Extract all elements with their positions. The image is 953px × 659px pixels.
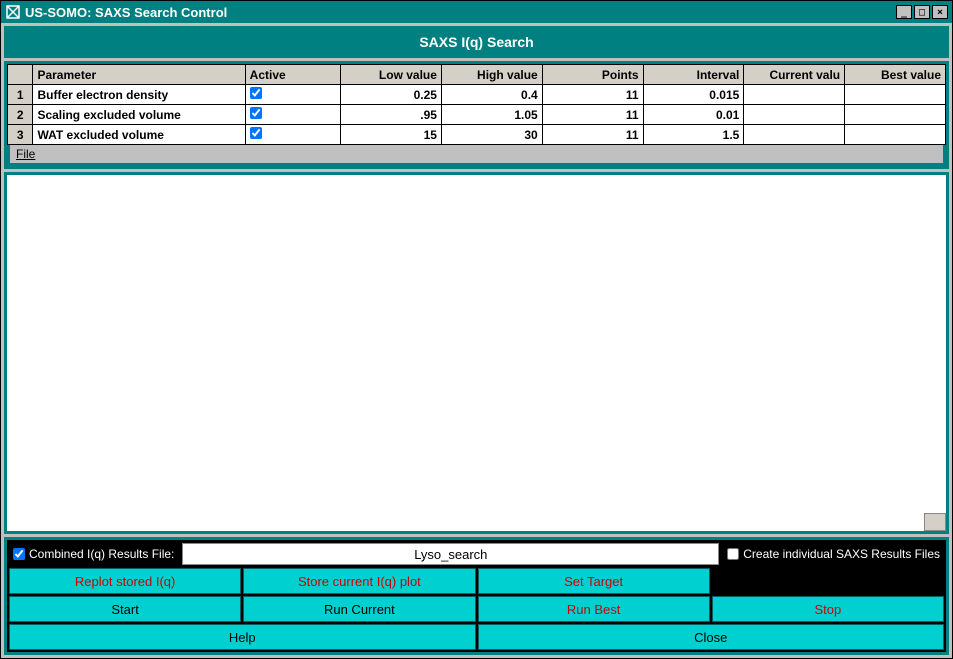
active-checkbox[interactable] xyxy=(250,87,262,99)
parameter-table: Parameter Active Low value High value Po… xyxy=(7,64,946,145)
cell-active[interactable] xyxy=(245,125,340,145)
col-low: Low value xyxy=(341,65,442,85)
window-controls: _ □ × xyxy=(896,5,948,19)
stop-button[interactable]: Stop xyxy=(712,596,944,622)
app-icon xyxy=(5,4,21,20)
cell-active[interactable] xyxy=(245,85,340,105)
maximize-button[interactable]: □ xyxy=(914,5,930,19)
bottom-panel: Combined I(q) Results File: Create indiv… xyxy=(4,537,949,655)
cell-points[interactable]: 11 xyxy=(542,125,643,145)
cell-parameter[interactable]: Buffer electron density xyxy=(33,85,245,105)
cell-high[interactable]: 0.4 xyxy=(441,85,542,105)
active-checkbox[interactable] xyxy=(250,127,262,139)
col-current: Current valu xyxy=(744,65,845,85)
button-row-2: Start Run Current Run Best Stop xyxy=(9,596,944,622)
button-row-3: Help Close xyxy=(9,624,944,650)
cell-parameter[interactable]: WAT excluded volume xyxy=(33,125,245,145)
resize-handle-icon[interactable] xyxy=(924,513,946,531)
combined-results-checkbox[interactable] xyxy=(13,548,25,560)
cell-points[interactable]: 11 xyxy=(542,85,643,105)
cell-best[interactable] xyxy=(845,105,946,125)
titlebar: US-SOMO: SAXS Search Control _ □ × xyxy=(1,1,952,23)
table-row: 1Buffer electron density 0.250.4110.015 xyxy=(8,85,946,105)
col-interval: Interval xyxy=(643,65,744,85)
cell-points[interactable]: 11 xyxy=(542,105,643,125)
individual-results-check-wrap[interactable]: Create individual SAXS Results Files xyxy=(723,542,944,566)
col-high: High value xyxy=(441,65,542,85)
col-rownum xyxy=(8,65,33,85)
row-number: 2 xyxy=(8,105,33,125)
run-current-button[interactable]: Run Current xyxy=(243,596,475,622)
cell-interval[interactable]: 1.5 xyxy=(643,125,744,145)
cell-low[interactable]: 15 xyxy=(341,125,442,145)
col-best: Best value xyxy=(845,65,946,85)
row-number: 3 xyxy=(8,125,33,145)
help-button[interactable]: Help xyxy=(9,624,476,650)
cell-best[interactable] xyxy=(845,125,946,145)
close-button[interactable]: × xyxy=(932,5,948,19)
individual-results-checkbox[interactable] xyxy=(727,548,739,560)
col-active: Active xyxy=(245,65,340,85)
active-checkbox[interactable] xyxy=(250,107,262,119)
table-header-row: Parameter Active Low value High value Po… xyxy=(8,65,946,85)
store-plot-button[interactable]: Store current I(q) plot xyxy=(243,568,475,594)
run-best-button[interactable]: Run Best xyxy=(478,596,710,622)
cell-current[interactable] xyxy=(744,105,845,125)
set-target-button[interactable]: Set Target xyxy=(478,568,710,594)
col-points: Points xyxy=(542,65,643,85)
cell-high[interactable]: 30 xyxy=(441,125,542,145)
cell-active[interactable] xyxy=(245,105,340,125)
plot-area xyxy=(4,172,949,534)
window-title: US-SOMO: SAXS Search Control xyxy=(25,5,896,20)
cell-low[interactable]: 0.25 xyxy=(341,85,442,105)
file-menu[interactable]: File xyxy=(16,147,35,161)
window-body: SAXS I(q) Search Parameter Active Low va… xyxy=(1,23,952,658)
cell-high[interactable]: 1.05 xyxy=(441,105,542,125)
button-row-1: Replot stored I(q) Store current I(q) pl… xyxy=(9,568,944,594)
cell-parameter[interactable]: Scaling excluded volume xyxy=(33,105,245,125)
cell-best[interactable] xyxy=(845,85,946,105)
col-parameter: Parameter xyxy=(33,65,245,85)
table-row: 2Scaling excluded volume .951.05110.01 xyxy=(8,105,946,125)
plot-menubar: File xyxy=(7,145,946,166)
parameter-table-wrap: Parameter Active Low value High value Po… xyxy=(4,61,949,169)
combined-results-label: Combined I(q) Results File: xyxy=(29,547,174,561)
table-row: 3WAT excluded volume 1530111.5 xyxy=(8,125,946,145)
cell-interval[interactable]: 0.015 xyxy=(643,85,744,105)
row-number: 1 xyxy=(8,85,33,105)
app-window: US-SOMO: SAXS Search Control _ □ × SAXS … xyxy=(0,0,953,659)
cell-interval[interactable]: 0.01 xyxy=(643,105,744,125)
combined-results-check-wrap[interactable]: Combined I(q) Results File: xyxy=(9,542,178,566)
cell-current[interactable] xyxy=(744,125,845,145)
cell-current[interactable] xyxy=(744,85,845,105)
results-filename-input[interactable] xyxy=(182,543,719,565)
start-button[interactable]: Start xyxy=(9,596,241,622)
empty-cell xyxy=(712,568,944,594)
cell-low[interactable]: .95 xyxy=(341,105,442,125)
individual-results-label: Create individual SAXS Results Files xyxy=(743,547,940,561)
results-file-bar: Combined I(q) Results File: Create indiv… xyxy=(9,542,944,566)
panel-header: SAXS I(q) Search xyxy=(4,26,949,58)
close-panel-button[interactable]: Close xyxy=(478,624,945,650)
minimize-button[interactable]: _ xyxy=(896,5,912,19)
replot-button[interactable]: Replot stored I(q) xyxy=(9,568,241,594)
